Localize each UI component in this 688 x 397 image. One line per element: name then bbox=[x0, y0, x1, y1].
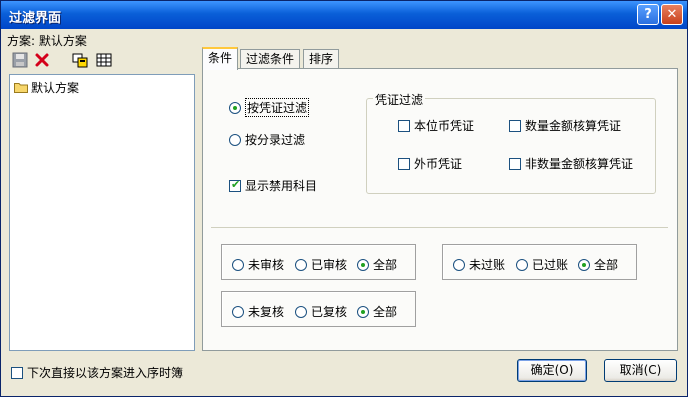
tab-filter-conditions[interactable]: 过滤条件 bbox=[240, 49, 301, 69]
quantity-amount-voucher-checkbox[interactable]: 数量金额核算凭证 bbox=[509, 117, 621, 134]
title-bar[interactable]: 过滤界面 ? ✕ bbox=[1, 1, 687, 29]
scheme-tree[interactable]: 默认方案 bbox=[9, 74, 195, 351]
save-icon bbox=[12, 52, 28, 68]
foreign-currency-voucher-checkbox[interactable]: 外币凭证 bbox=[398, 155, 462, 172]
radio-indicator bbox=[295, 258, 307, 271]
tab-conditions[interactable]: 条件 bbox=[202, 47, 239, 70]
checkbox-indicator bbox=[11, 366, 23, 379]
radio-indicator bbox=[357, 258, 369, 271]
help-button[interactable]: ? bbox=[637, 4, 659, 25]
edit-scheme-button[interactable] bbox=[69, 49, 91, 71]
recheck-all-label: 全部 bbox=[373, 305, 398, 319]
checkbox-indicator bbox=[509, 119, 521, 132]
tab-sort[interactable]: 排序 bbox=[303, 49, 340, 69]
tree-item-label: 默认方案 bbox=[31, 81, 80, 95]
table-icon bbox=[96, 53, 112, 67]
audit-audited-label: 已审核 bbox=[311, 258, 348, 272]
table-view-button[interactable] bbox=[93, 49, 115, 71]
base-currency-voucher-label: 本位币凭证 bbox=[414, 119, 475, 133]
radio-indicator bbox=[295, 305, 307, 318]
checkbox-indicator bbox=[398, 119, 410, 132]
audit-all-label: 全部 bbox=[373, 258, 398, 272]
filter-by-entry-radio[interactable]: 按分录过滤 bbox=[229, 131, 305, 148]
folder-icon bbox=[14, 83, 28, 93]
posting-unposted-label: 未过账 bbox=[469, 258, 506, 272]
remember-scheme-checkbox[interactable]: 下次直接以该方案进入序时簿 bbox=[11, 364, 183, 381]
non-quantity-amount-voucher-label: 非数量金额核算凭证 bbox=[525, 157, 634, 171]
audit-unaudited-label: 未审核 bbox=[248, 258, 285, 272]
save-scheme-button[interactable] bbox=[9, 49, 31, 71]
recheck-checked-label: 已复核 bbox=[311, 305, 348, 319]
radio-indicator bbox=[229, 101, 241, 114]
audit-unaudited-radio[interactable]: 未审核 bbox=[232, 256, 284, 273]
checkbox-indicator bbox=[398, 157, 410, 170]
recheck-unchecked-radio[interactable]: 未复核 bbox=[232, 303, 284, 320]
recheck-all-radio[interactable]: 全部 bbox=[357, 303, 397, 320]
filter-by-entry-label: 按分录过滤 bbox=[245, 133, 306, 147]
show-disabled-accounts-label: 显示禁用科目 bbox=[245, 179, 318, 193]
quantity-amount-voucher-label: 数量金额核算凭证 bbox=[525, 119, 622, 133]
remember-scheme-label: 下次直接以该方案进入序时簿 bbox=[27, 366, 184, 380]
ok-button[interactable]: 确定(O) bbox=[517, 359, 587, 382]
posting-all-label: 全部 bbox=[594, 258, 619, 272]
posting-posted-radio[interactable]: 已过账 bbox=[516, 256, 568, 273]
checkbox-indicator bbox=[509, 157, 521, 170]
foreign-currency-voucher-label: 外币凭证 bbox=[414, 157, 463, 171]
radio-indicator bbox=[232, 305, 244, 318]
panel-separator bbox=[211, 227, 668, 228]
show-disabled-accounts-checkbox[interactable]: 显示禁用科目 bbox=[229, 177, 317, 194]
filter-dialog: 过滤界面 ? ✕ 方案: 默认方案 默认方案 条件 过滤条件 排序 按凭证过滤 … bbox=[0, 0, 688, 397]
close-button[interactable]: ✕ bbox=[661, 4, 683, 25]
non-quantity-amount-voucher-checkbox[interactable]: 非数量金额核算凭证 bbox=[509, 155, 633, 172]
voucher-filter-title: 凭证过滤 bbox=[373, 91, 426, 108]
recheck-unchecked-label: 未复核 bbox=[248, 305, 285, 319]
delete-scheme-button[interactable] bbox=[31, 49, 53, 71]
filter-by-voucher-label: 按凭证过滤 bbox=[245, 98, 310, 117]
posting-unposted-radio[interactable]: 未过账 bbox=[453, 256, 505, 273]
checkbox-indicator bbox=[229, 178, 241, 192]
tree-item[interactable]: 默认方案 bbox=[14, 79, 79, 96]
window-title: 过滤界面 bbox=[9, 11, 62, 26]
posting-all-radio[interactable]: 全部 bbox=[578, 256, 618, 273]
radio-indicator bbox=[357, 305, 369, 318]
filter-by-voucher-radio[interactable]: 按凭证过滤 bbox=[229, 98, 310, 117]
audit-audited-radio[interactable]: 已审核 bbox=[295, 256, 347, 273]
radio-indicator bbox=[229, 133, 241, 146]
delete-icon bbox=[35, 53, 49, 67]
radio-indicator bbox=[578, 258, 590, 271]
scheme-toolbar bbox=[7, 49, 195, 71]
posting-posted-label: 已过账 bbox=[532, 258, 569, 272]
base-currency-voucher-checkbox[interactable]: 本位币凭证 bbox=[398, 117, 474, 134]
radio-indicator bbox=[453, 258, 465, 271]
audit-all-radio[interactable]: 全部 bbox=[357, 256, 397, 273]
radio-indicator bbox=[516, 258, 528, 271]
edit-scheme-icon bbox=[72, 53, 88, 68]
voucher-filter-group: 凭证过滤 bbox=[366, 91, 656, 194]
recheck-checked-radio[interactable]: 已复核 bbox=[295, 303, 347, 320]
current-scheme-label: 方案: 默认方案 bbox=[7, 34, 87, 48]
cancel-button[interactable]: 取消(C) bbox=[604, 359, 677, 382]
radio-indicator bbox=[232, 258, 244, 271]
